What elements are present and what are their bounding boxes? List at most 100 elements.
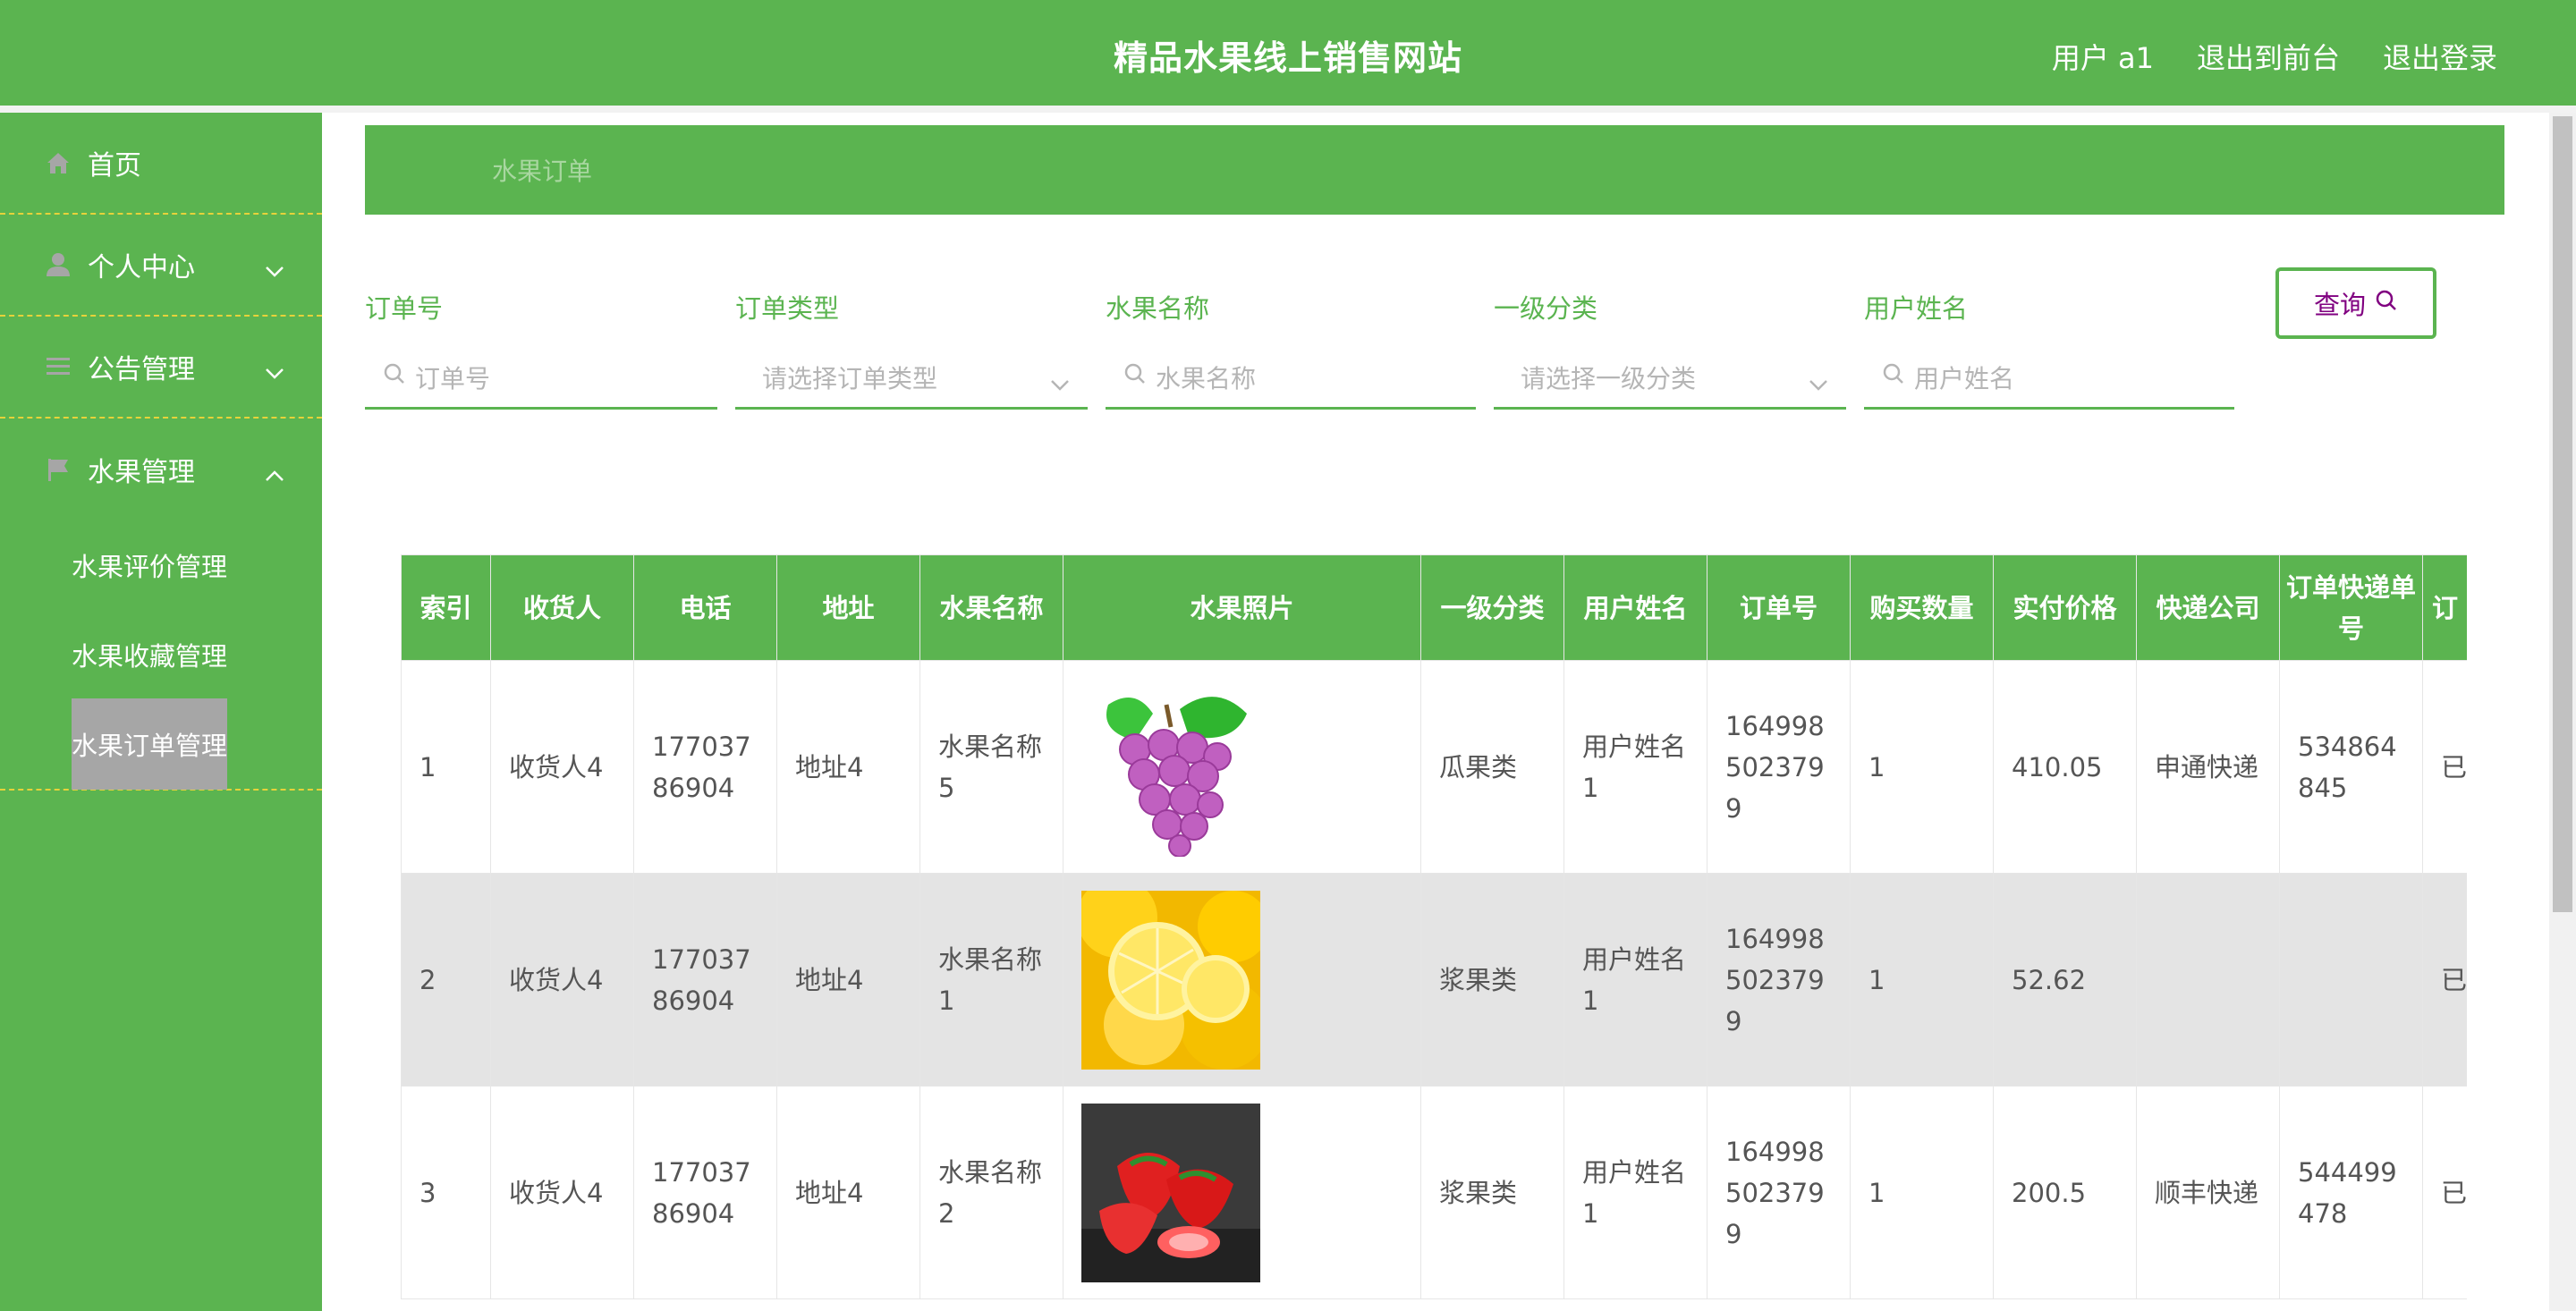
username-input[interactable]: 用户姓名 (1864, 347, 2234, 410)
cell-photo (1063, 660, 1421, 874)
column-header: 用户姓名 (1563, 554, 1707, 661)
lemons-photo[interactable] (1081, 890, 1260, 1070)
search-icon (383, 362, 406, 392)
cell-order-no: 1649985023799 (1707, 873, 1851, 1087)
search-field-category: 一级分类 请选择一级分类 (1494, 288, 1846, 410)
scrollbar-thumb[interactable] (2553, 116, 2572, 912)
search-icon (2375, 288, 2398, 318)
breadcrumb-current: 水果订单 (492, 156, 593, 186)
flag-icon (43, 454, 73, 485)
cell-tracking-no: 534864845 (2279, 660, 2423, 874)
cell-status: 已 (2422, 660, 2467, 874)
field-label: 一级分类 (1494, 293, 1598, 324)
user-icon (43, 250, 73, 280)
sidebar-item-fruit-orders[interactable]: 水果订单管理 (0, 698, 322, 790)
cell-phone: 17703786904 (633, 873, 777, 1087)
field-label: 水果名称 (1106, 293, 1210, 324)
cell-address: 地址4 (776, 1086, 920, 1299)
input-placeholder: 用户姓名 (1914, 363, 2015, 393)
cell-tracking-no: 544499478 (2279, 1086, 2423, 1299)
cell-index: 2 (401, 873, 491, 1087)
current-user-label: 用户 a1 (2051, 41, 2154, 75)
column-header: 购买数量 (1850, 554, 1994, 661)
search-icon (1882, 362, 1905, 392)
cell-fruit-name: 水果名称2 (919, 1086, 1063, 1299)
grapes-photo[interactable] (1081, 677, 1260, 857)
order-no-input[interactable]: 订单号 (365, 347, 717, 410)
column-header: 收货人 (490, 554, 634, 661)
cell-receiver: 收货人4 (490, 660, 634, 874)
cell-username: 用户姓名1 (1563, 873, 1707, 1087)
column-header: 快递公司 (2136, 554, 2280, 661)
cell-courier: 顺丰快递 (2136, 1086, 2280, 1299)
table-row[interactable]: 3 收货人4 17703786904 地址4 水果名称2 浆果类 用户姓名1 1… (401, 1086, 2467, 1299)
column-header: 订 (2422, 554, 2467, 661)
sidebar-item-announcements[interactable]: 公告管理 (0, 317, 322, 419)
table-row[interactable]: 1 收货人4 17703786904 地址4 水果名称5 瓜果类 用户姓名1 1… (401, 660, 2467, 874)
cell-username: 用户姓名1 (1563, 1086, 1707, 1299)
list-icon (43, 351, 73, 382)
input-placeholder: 请选择订单类型 (762, 363, 938, 393)
order-type-select[interactable]: 请选择订单类型 (735, 347, 1088, 410)
field-label: 订单类型 (735, 293, 840, 324)
sidebar-item-home[interactable]: 首页 (0, 113, 322, 215)
column-header: 订单号 (1707, 554, 1851, 661)
fruit-submenu: 水果评价管理 水果收藏管理 水果订单管理 (0, 520, 322, 791)
chevron-down-icon (265, 254, 284, 285)
column-header: 一级分类 (1420, 554, 1564, 661)
cell-fruit-name: 水果名称1 (919, 873, 1063, 1087)
table-header-row: 索引 收货人 电话 地址 水果名称 水果照片 一级分类 用户姓名 订单号 购买数… (401, 554, 2467, 661)
input-placeholder: 订单号 (415, 363, 491, 393)
cell-photo (1063, 873, 1421, 1087)
sidebar-item-label: 水果管理 (88, 457, 195, 488)
sidebar-item-label: 水果订单管理 (72, 698, 228, 790)
sidebar-item-label: 水果收藏管理 (72, 641, 228, 672)
sidebar-item-label: 个人中心 (88, 252, 195, 283)
table-row[interactable]: 2 收货人4 17703786904 地址4 水果名称1 浆果类 用户姓名1 1… (401, 873, 2467, 1087)
header-actions: 用户 a1 退出到前台 退出登录 (2052, 36, 2497, 77)
cell-price: 410.05 (1993, 660, 2137, 874)
cell-category: 浆果类 (1420, 873, 1564, 1087)
search-field-fruit-name: 水果名称 水果名称 (1106, 288, 1476, 410)
cell-quantity: 1 (1850, 1086, 1994, 1299)
strawberries-photo[interactable] (1081, 1103, 1260, 1282)
page-scrollbar[interactable] (2549, 113, 2576, 1311)
fruit-name-input[interactable]: 水果名称 (1106, 347, 1476, 410)
cell-index: 1 (401, 660, 491, 874)
field-label: 用户姓名 (1864, 293, 1969, 324)
column-header: 订单快递单号 (2279, 554, 2423, 661)
cell-receiver: 收货人4 (490, 1086, 634, 1299)
logout-link[interactable]: 退出登录 (2383, 36, 2497, 77)
back-to-front-link[interactable]: 退出到前台 (2197, 36, 2340, 77)
cell-photo (1063, 1086, 1421, 1299)
cell-status: 已 (2422, 1086, 2467, 1299)
cell-phone: 17703786904 (633, 1086, 777, 1299)
search-icon (1123, 362, 1147, 392)
sidebar-item-fruit-favorites[interactable]: 水果收藏管理 (0, 610, 322, 699)
column-header: 索引 (401, 554, 491, 661)
chevron-down-icon (1809, 368, 1828, 398)
cell-username: 用户姓名1 (1563, 660, 1707, 874)
cell-category: 浆果类 (1420, 1086, 1564, 1299)
sidebar-item-fruit-reviews[interactable]: 水果评价管理 (0, 520, 322, 610)
orders-table-container: 索引 收货人 电话 地址 水果名称 水果照片 一级分类 用户姓名 订单号 购买数… (401, 554, 2467, 1311)
cell-phone: 17703786904 (633, 660, 777, 874)
sidebar-item-personal-center[interactable]: 个人中心 (0, 215, 322, 317)
category-select[interactable]: 请选择一级分类 (1494, 347, 1846, 410)
column-header: 电话 (633, 554, 777, 661)
cell-order-no: 1649985023799 (1707, 1086, 1851, 1299)
cell-address: 地址4 (776, 660, 920, 874)
home-icon (43, 148, 73, 178)
field-label: 订单号 (365, 293, 444, 324)
sidebar-item-fruit-management[interactable]: 水果管理 (0, 419, 322, 520)
cell-order-no: 1649985023799 (1707, 660, 1851, 874)
column-header: 地址 (776, 554, 920, 661)
query-button[interactable]: 查询 (2275, 267, 2436, 339)
sidebar-item-label: 水果评价管理 (72, 552, 228, 582)
cell-courier: 申通快递 (2136, 660, 2280, 874)
input-placeholder: 请选择一级分类 (1521, 363, 1697, 393)
cell-price: 52.62 (1993, 873, 2137, 1087)
cell-index: 3 (401, 1086, 491, 1299)
cell-courier (2136, 873, 2280, 1087)
cell-tracking-no (2279, 873, 2423, 1087)
